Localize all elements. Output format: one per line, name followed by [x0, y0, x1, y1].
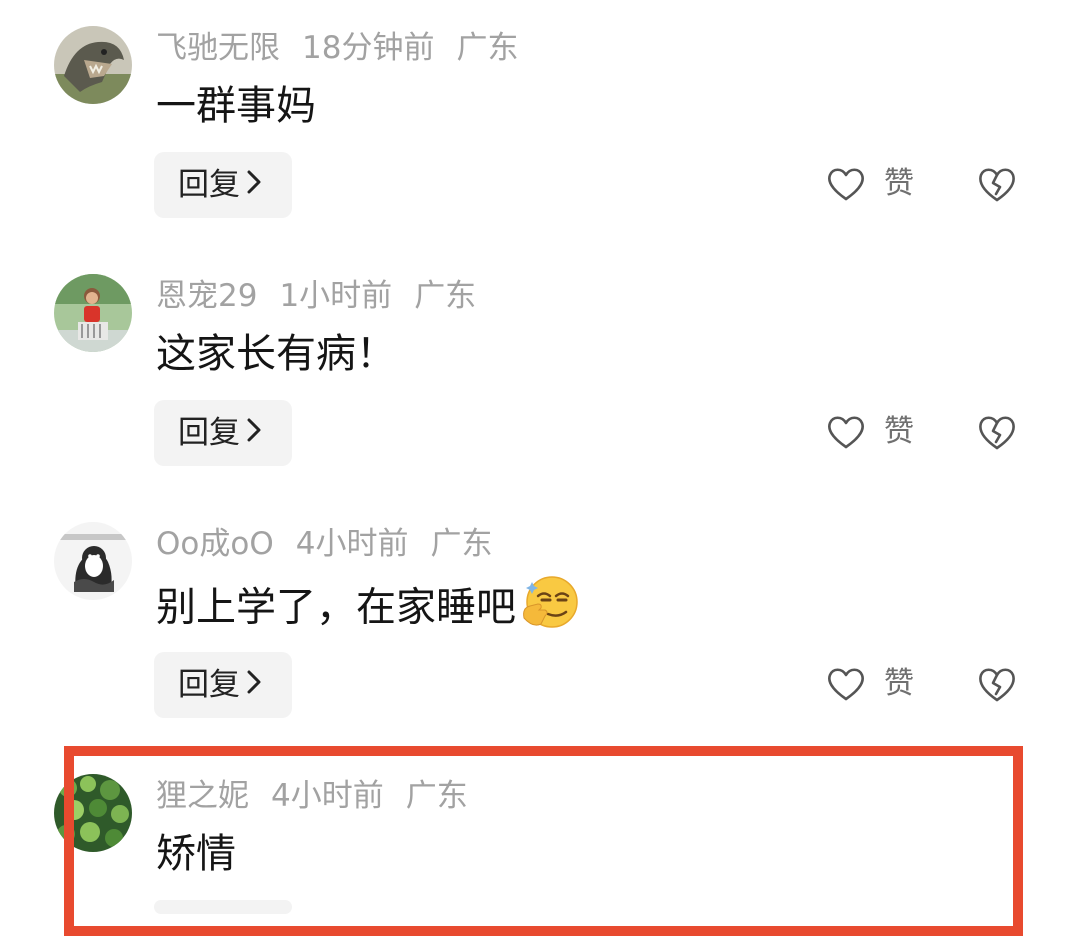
broken-heart-icon[interactable] — [976, 164, 1018, 204]
comment-text: 别上学了，在家睡吧 — [156, 574, 580, 631]
smirking-thinking-face-icon — [518, 574, 580, 645]
like-label: 赞 — [884, 666, 914, 701]
avatar[interactable] — [54, 26, 132, 104]
reply-label: 回复 — [178, 167, 240, 203]
reply-label: 回复 — [178, 667, 240, 703]
avatar[interactable] — [54, 522, 132, 600]
location: 广东 — [456, 30, 519, 66]
username[interactable]: 恩宠29 — [156, 278, 257, 314]
reply-button[interactable]: 回复 — [154, 400, 292, 466]
chevron-right-icon — [246, 652, 262, 718]
location: 广东 — [430, 526, 493, 562]
comment-text-content: 这家长有病！ — [156, 331, 396, 377]
comment-text: 一群事妈 — [156, 78, 316, 134]
reply-label: 回复 — [178, 415, 240, 451]
timestamp: 4小时前 — [295, 526, 409, 562]
comment-item: Oo成oO 4小时前 广东 别上学了，在家睡吧 回复 赞 — [0, 496, 1080, 744]
chevron-right-icon — [246, 152, 262, 218]
avatar[interactable] — [54, 774, 132, 852]
comment-text-content: 矫情 — [156, 831, 236, 877]
heart-outline-icon — [828, 416, 864, 449]
chevron-right-icon — [246, 400, 262, 466]
username[interactable]: Oo成oO — [156, 526, 274, 562]
heart-outline-icon — [828, 668, 864, 701]
timestamp: 1小时前 — [279, 278, 393, 314]
username[interactable]: 狸之妮 — [156, 778, 249, 814]
comment-text-content: 别上学了，在家睡吧 — [156, 584, 516, 631]
reply-button[interactable]: 回复 — [154, 652, 292, 718]
broken-heart-icon[interactable] — [976, 664, 1018, 704]
comment-item: 狸之妮 4小时前 广东 矫情 — [0, 748, 1080, 914]
comment-item: 飞驰无限 18分钟前 广东 一群事妈 回复 赞 — [0, 0, 1080, 248]
comment-text-content: 一群事妈 — [156, 83, 316, 129]
comment-text: 这家长有病！ — [156, 326, 396, 382]
comment-meta: 恩宠29 1小时前 广东 — [156, 274, 498, 318]
heart-outline-icon — [828, 168, 864, 201]
reply-button[interactable]: 回复 — [154, 152, 292, 218]
location: 广东 — [414, 278, 477, 314]
username[interactable]: 飞驰无限 — [156, 30, 280, 66]
like-label: 赞 — [884, 166, 914, 201]
comment-meta: 狸之妮 4小时前 广东 — [156, 774, 490, 818]
timestamp: 18分钟前 — [302, 30, 435, 66]
comment-meta: 飞驰无限 18分钟前 广东 — [156, 26, 540, 70]
location: 广东 — [405, 778, 468, 814]
broken-heart-icon[interactable] — [976, 412, 1018, 452]
comment-item: 恩宠29 1小时前 广东 这家长有病！ 回复 赞 — [0, 248, 1080, 496]
avatar[interactable] — [54, 274, 132, 352]
reply-button[interactable] — [154, 900, 292, 914]
timestamp: 4小时前 — [271, 778, 384, 814]
comment-text: 矫情 — [156, 826, 236, 882]
like-label: 赞 — [884, 414, 914, 449]
comment-meta: Oo成oO 4小时前 广东 — [156, 522, 514, 566]
